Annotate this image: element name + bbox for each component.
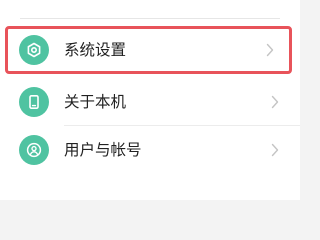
chevron-right-icon <box>270 92 280 112</box>
phone-icon <box>19 87 49 117</box>
settings-item-users-accounts[interactable]: 用户与帐号 <box>0 126 300 174</box>
settings-item-about-device[interactable]: 关于本机 <box>0 78 300 126</box>
settings-item-label: 关于本机 <box>64 93 127 111</box>
chevron-right-icon <box>270 140 280 160</box>
settings-hexagon-icon <box>19 35 49 65</box>
user-icon <box>19 135 49 165</box>
top-divider <box>20 18 280 19</box>
settings-item-label: 用户与帐号 <box>64 141 142 159</box>
chevron-right-icon <box>265 40 275 60</box>
settings-item-label: 系统设置 <box>64 41 127 59</box>
settings-list: 系统设置 关于本机 用户与帐号 <box>0 0 300 200</box>
settings-item-system-settings[interactable]: 系统设置 <box>5 26 292 74</box>
